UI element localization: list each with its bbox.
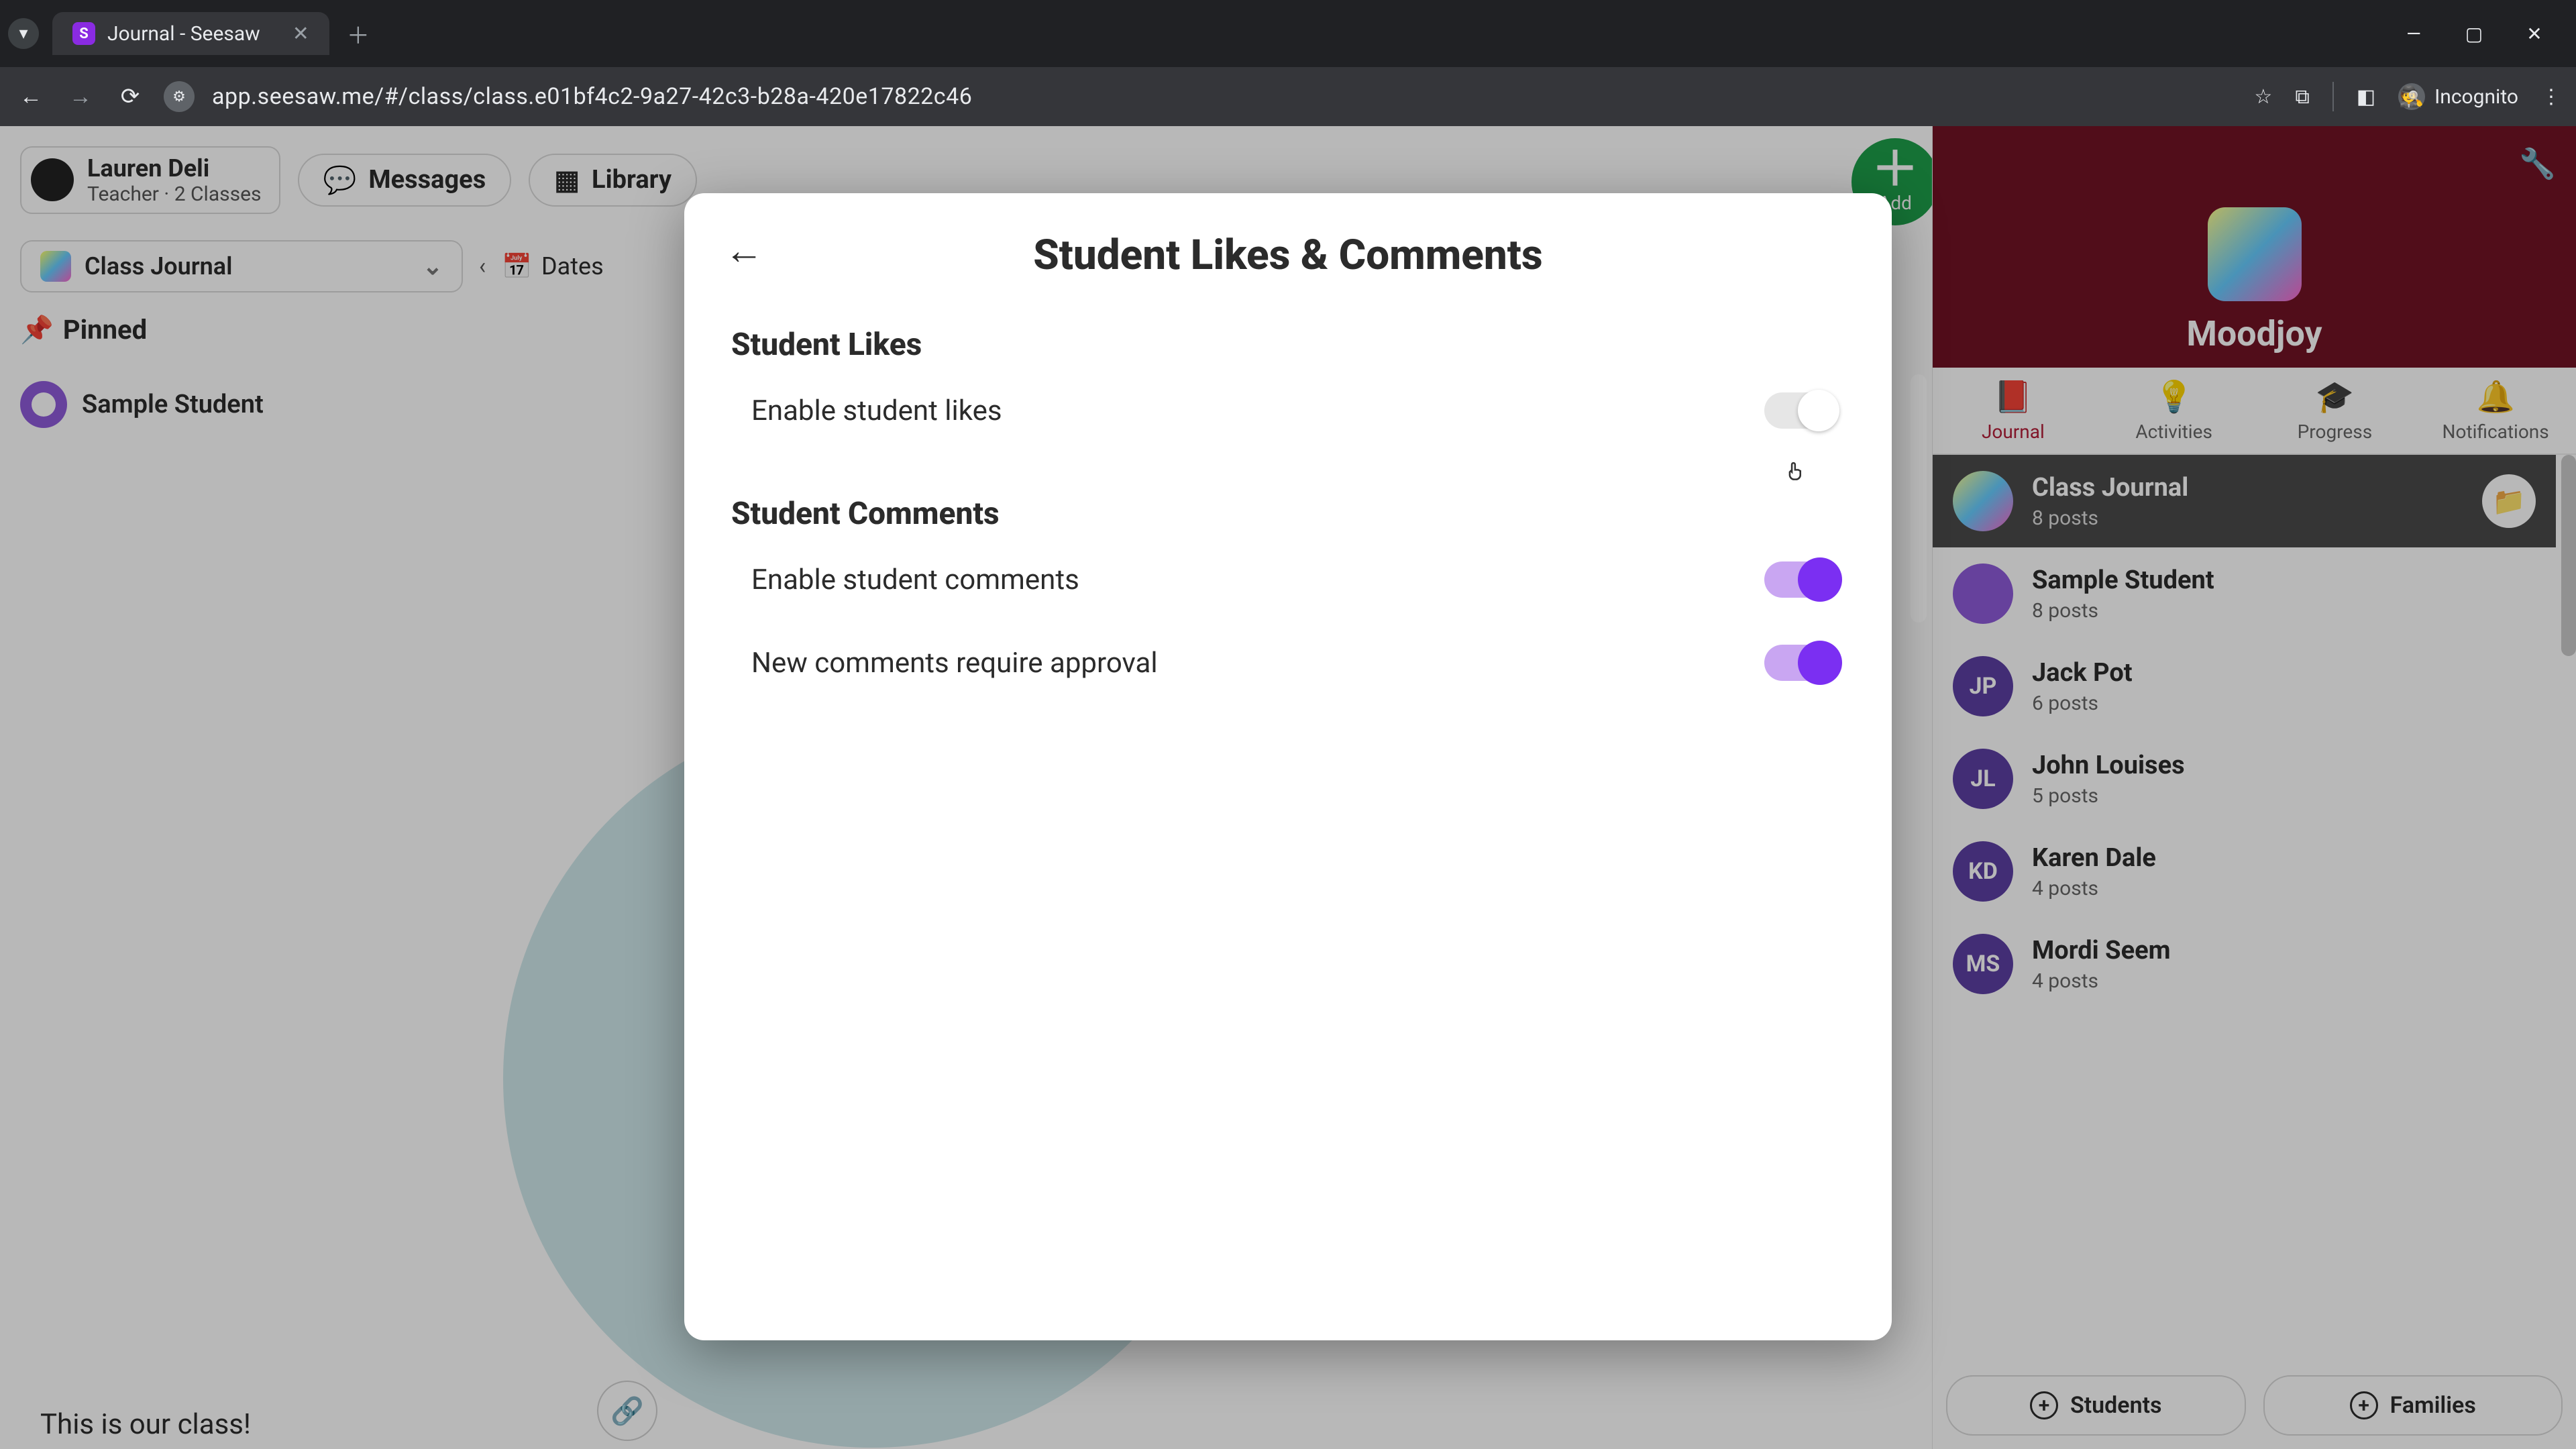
- tab-close-icon[interactable]: ✕: [292, 22, 309, 46]
- browser-tab[interactable]: S Journal - Seesaw ✕: [52, 12, 329, 55]
- enable-comments-row: Enable student comments: [731, 561, 1845, 598]
- tab-search-button[interactable]: ▾: [8, 18, 39, 49]
- incognito-label: Incognito: [2434, 85, 2518, 109]
- enable-likes-label: Enable student likes: [751, 394, 1002, 427]
- window-minimize-icon[interactable]: ―: [2400, 23, 2427, 45]
- likes-section-title: Student Likes: [731, 327, 1845, 363]
- mouse-cursor-icon: [1784, 458, 1810, 484]
- browser-tab-strip: ▾ S Journal - Seesaw ✕ ＋ ― ▢ ✕: [0, 0, 2576, 67]
- extensions-icon[interactable]: ⧉: [2295, 85, 2309, 109]
- enable-likes-toggle[interactable]: [1764, 392, 1838, 429]
- require-approval-row: New comments require approval: [731, 645, 1845, 681]
- toolbar-separator: [2332, 82, 2334, 111]
- side-panel-icon[interactable]: ◧: [2357, 85, 2375, 109]
- incognito-indicator[interactable]: 🕵 Incognito: [2398, 83, 2518, 110]
- likes-comments-modal: ← Student Likes & Comments Student Likes…: [684, 193, 1892, 1340]
- window-close-icon[interactable]: ✕: [2521, 23, 2548, 45]
- incognito-icon: 🕵: [2398, 83, 2425, 110]
- window-maximize-icon[interactable]: ▢: [2461, 23, 2487, 45]
- app-viewport: Lauren Deli Teacher · 2 Classes 💬 Messag…: [0, 126, 2576, 1449]
- enable-likes-row: Enable student likes: [731, 392, 1845, 429]
- require-approval-toggle[interactable]: [1764, 645, 1838, 681]
- modal-back-icon[interactable]: ←: [724, 228, 763, 274]
- content-scrollbar[interactable]: [1911, 374, 1927, 623]
- enable-comments-label: Enable student comments: [751, 564, 1079, 596]
- address-bar[interactable]: app.seesaw.me/#/class/class.e01bf4c2-9a2…: [212, 83, 2237, 110]
- require-approval-label: New comments require approval: [751, 647, 1158, 680]
- nav-back-icon[interactable]: ←: [15, 80, 47, 113]
- comments-section-title: Student Comments: [731, 496, 1845, 532]
- nav-reload-icon[interactable]: ⟳: [114, 80, 146, 113]
- tab-title: Journal - Seesaw: [107, 22, 260, 46]
- new-tab-button[interactable]: ＋: [347, 17, 370, 50]
- nav-forward-icon: →: [64, 80, 97, 113]
- site-info-icon[interactable]: ⚙: [164, 81, 195, 112]
- chrome-menu-icon[interactable]: ⋮: [2541, 85, 2561, 109]
- tab-favicon: S: [72, 22, 95, 45]
- browser-toolbar: ← → ⟳ ⚙ app.seesaw.me/#/class/class.e01b…: [0, 67, 2576, 126]
- modal-title: Student Likes & Comments: [731, 231, 1845, 280]
- bookmark-star-icon[interactable]: ☆: [2254, 85, 2272, 109]
- enable-comments-toggle[interactable]: [1764, 561, 1838, 598]
- window-controls: ― ▢ ✕: [2400, 23, 2548, 45]
